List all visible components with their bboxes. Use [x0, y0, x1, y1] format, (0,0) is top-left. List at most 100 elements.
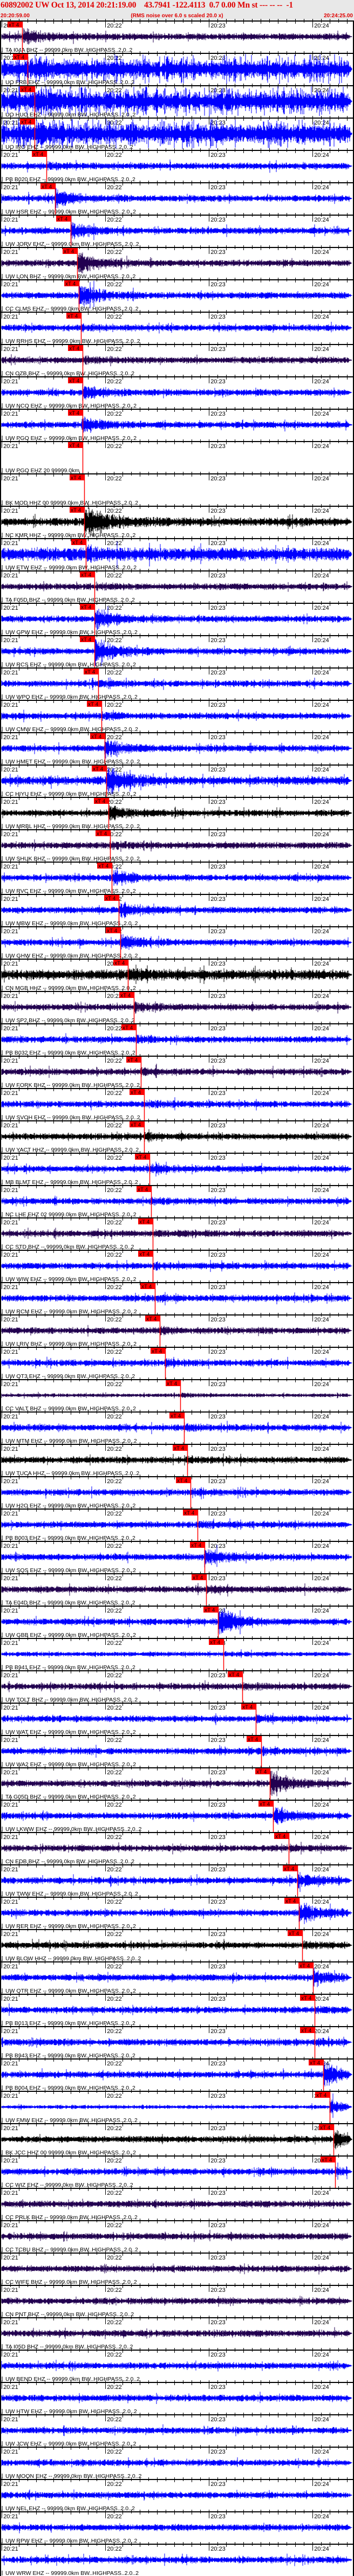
time-tick-label: 20:24	[314, 928, 329, 935]
seismogram-waveform	[1, 1453, 352, 1466]
trace-svg: 20:21 20:22 20:23 20:24UW SP2 BHZ -- 99999.…	[0, 989, 354, 1024]
time-tick-label: 20:24	[314, 1769, 329, 1776]
time-tick-label: 20:22	[107, 1058, 122, 1064]
trace-panel: 20:21 20:22 20:23 20:24 UW WRW EHZ -- 99999.…	[0, 2542, 354, 2576]
time-tick-label: 20:23	[210, 1834, 226, 1841]
time-tick-label: 20:23	[210, 734, 226, 741]
seismogram-waveform	[1, 2553, 352, 2566]
trace-svg: 20:21 20:22 20:23 20:24UW RVC EHZ -- 99999.…	[0, 860, 354, 894]
time-tick-label: 20:23	[210, 2158, 226, 2164]
trace-svg: 20:21 20:22 20:23 20:24TA E04D BHZ -- 99999…	[0, 1572, 354, 1606]
time-tick-label: 20:23	[210, 1575, 226, 1582]
time-tick-label: 20:24	[314, 1899, 329, 1905]
trace-svg: 20:2120:2220:2320:24UW FMW EHZ -- 99999.…	[0, 2089, 354, 2124]
time-tick-label: 20:22	[107, 2319, 122, 2326]
time-tick-label: 20:21	[3, 249, 18, 256]
trace-panel: 20:21 20:22 20:23 20:24 UW SVOH EHZ -- 99999…	[0, 1086, 354, 1121]
pick-label: xT 4	[146, 1317, 157, 1323]
time-tick-label: 20:21	[3, 831, 18, 838]
time-tick-label: 20:21	[3, 928, 18, 935]
seismogram-waveform	[1, 2162, 352, 2180]
trace-svg: 20:21 20:22 20:23 20:24UW JCW EHZ -- 99999.…	[0, 2413, 354, 2447]
pick-label: xT 4	[275, 1834, 286, 1840]
seismogram-waveform	[1, 1259, 352, 1272]
seismogram-waveform	[1, 1712, 352, 1725]
time-tick-label: 20:23	[210, 831, 226, 838]
trace-svg: 20:2120:2220:2320:24BK JCC HHZ 00 99999.…	[0, 2122, 354, 2156]
seismogram-waveform	[1, 28, 352, 45]
time-tick-label: 20:23	[210, 346, 226, 353]
trace-panel: 20:21 20:22 20:23 20:24 UW RVC EHZ -- 99999.…	[0, 860, 354, 894]
pick-label: xT 4	[114, 961, 125, 967]
trace-svg: 20:21 20:22 20:23 20:24CC TCBU BHZ -- 99999…	[0, 2219, 354, 2253]
trace-svg: 20:21 20:22 20:23 20:24NC LHE EHZ 02 99999.…	[0, 1183, 354, 1218]
pick-label: xT 4	[69, 411, 80, 417]
trace-panel: 20:21 20:22 20:23 20:24 UW SQS EHZ -- 99999.…	[0, 1539, 354, 1574]
time-tick-label: 20:22	[107, 2481, 122, 2488]
trace-panel: 20:2120:2220:2320:24TA I04A BHZ -- 99999…	[0, 19, 354, 53]
trace-svg: 20:21 20:22 20:23 20:24CC VALT BHZ -- 99999…	[0, 1377, 354, 1412]
time-tick-label: 20:23	[210, 87, 226, 94]
time-tick-label: 20:22	[107, 1737, 122, 1744]
time-tick-label: 20:22	[107, 1317, 122, 1323]
pick-label: xT 4	[72, 540, 83, 546]
time-tick-label: 20:24	[314, 1672, 329, 1679]
time-tick-label: 20:24	[314, 217, 329, 223]
time-tick-label: 20:22	[107, 2222, 122, 2229]
time-tick-label: 20:23	[210, 23, 226, 29]
time-tick-label: 20:21	[3, 1575, 18, 1582]
time-tick-label: 20:21	[3, 2352, 18, 2358]
time-tick-label: 20:21	[3, 1866, 18, 1873]
trace-panel: 20:2120:2220:2320:24CC WIZ EHZ -- 99999.…	[0, 2154, 354, 2188]
trace-svg: 20:21 20:22 20:23 20:24PB B943 EHZ -- 99999…	[0, 2024, 354, 2059]
time-tick-label: 20:23	[210, 1866, 226, 1873]
time-tick-label: 20:21	[3, 1964, 18, 1970]
time-tick-label: 20:23	[210, 1802, 226, 1808]
time-tick-label: 20:23	[210, 314, 226, 320]
time-tick-label: 20:22	[107, 2190, 122, 2196]
pick-label: xT 4	[289, 1931, 299, 1937]
time-tick-label: 20:21	[3, 2093, 18, 2099]
time-tick-label: 20:21	[3, 2449, 18, 2455]
time-tick-label: 20:21	[3, 1705, 18, 1711]
seismogram-waveform	[1, 1325, 352, 1337]
time-tick-label: 20:23	[210, 1187, 226, 1194]
pick-label: xT 4	[193, 1575, 203, 1581]
trace-svg: 20:21 20:22 20:23 20:24PB B032 EHZ -- 99999…	[0, 1022, 354, 1056]
trace-svg: 20:2120:2220:2320:24CC WIZ EHZ -- 99999.…	[0, 2154, 354, 2188]
trace-svg: 20:21 20:22 20:23 20:24UW LRIV BHZ -- 99999…	[0, 1313, 354, 1347]
seismogram-waveform	[1, 2522, 352, 2533]
seismogram-waveform	[1, 2062, 352, 2086]
seismogram-waveform	[1, 2489, 352, 2501]
time-tick-label: 20:21	[3, 2255, 18, 2261]
pick-label: xT 4	[284, 1866, 295, 1872]
trace-svg: 20:21 20:22 20:23 20:24PB B020 EHZ -- 99999…	[0, 148, 354, 183]
time-tick-label: 20:22	[107, 476, 122, 482]
time-tick-label: 20:21	[3, 443, 18, 450]
pick-label: xT 4	[107, 928, 118, 934]
trace-svg: 20:21 20:22 20:23 20:24TA G05D BHZ -- 99999…	[0, 1766, 354, 1800]
time-tick-label: 20:23	[210, 2061, 226, 2067]
pick-label: xT 4	[81, 637, 92, 643]
trace-svg: 20:21 20:22 20:23 20:24UW SQS EHZ -- 99999.…	[0, 1539, 354, 1574]
trace-svg: 20:21 20:22 20:23 20:24UW PGO EHZ -- 99999.…	[0, 407, 354, 442]
time-tick-label: 20:22	[107, 2546, 122, 2552]
time-tick-label: 20:22	[107, 2449, 122, 2455]
seismogram-waveform	[1, 2457, 352, 2469]
time-tick-label: 20:21	[3, 1252, 18, 1258]
time-tick-label: 20:22	[107, 378, 122, 385]
time-tick-label: 20:21	[3, 573, 18, 579]
pick-label: xT 4	[67, 314, 78, 320]
pick-label: xT 4	[256, 1769, 267, 1775]
trace-svg: 20:21 20:22 20:23 20:24UW BLOW HHZ -- 99999…	[0, 1927, 354, 1962]
trace-panel: 20:21 20:22 20:23 20:24 UW TWW EHZ -- 99999.…	[0, 1863, 354, 1897]
time-tick-label: 20:22	[107, 2028, 122, 2035]
time-tick-label: 20:23	[210, 2384, 226, 2391]
time-tick-label: 20:24	[314, 1705, 329, 1711]
time-tick-label: 20:22	[107, 1672, 122, 1679]
time-tick-label: 20:21	[3, 1284, 18, 1291]
time-tick-label: 20:24	[314, 2222, 329, 2229]
pick-label: xT 4	[152, 1349, 162, 1355]
time-tick-label: 20:21	[3, 1640, 18, 1647]
trace-svg: 20:21 20:22 20:23 20:24TA I05D BHZ -- 99999…	[0, 2316, 354, 2350]
